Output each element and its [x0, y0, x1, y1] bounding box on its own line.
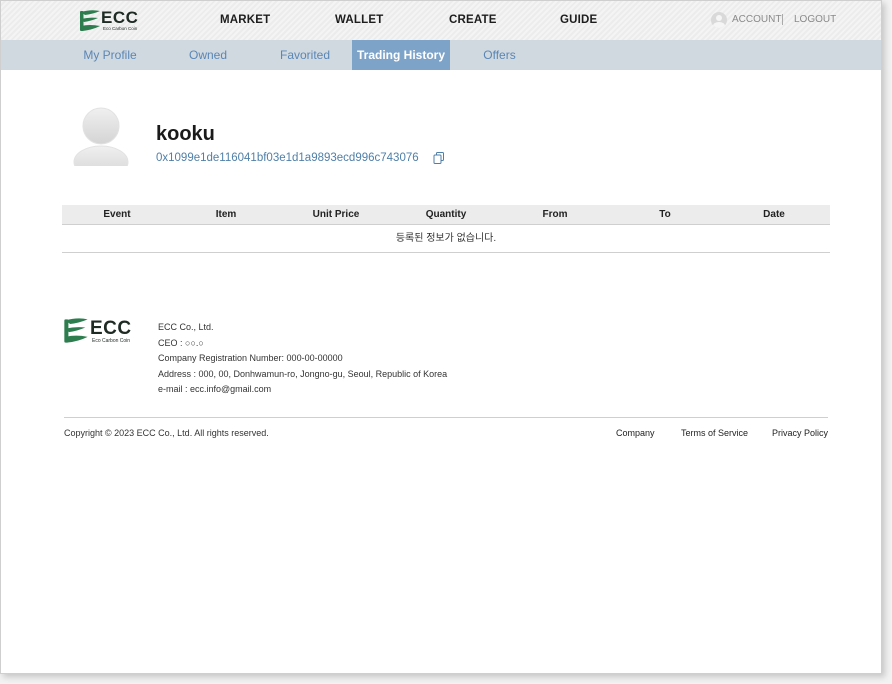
tab-trading-history[interactable]: Trading History [352, 40, 450, 70]
profile-username: kooku [156, 123, 215, 145]
company-info: ECC Co., Ltd. CEO : ○○.○ Company Registr… [158, 320, 447, 398]
app-window: ECC Eco Carbon Coin MARKET WALLET CREATE… [0, 0, 882, 674]
profile-tabs: My Profile Owned Favorited Trading Histo… [1, 40, 881, 70]
table-header: Event Item Unit Price Quantity From To D… [62, 205, 830, 225]
footer-divider [64, 417, 828, 418]
logout-link[interactable]: LOGOUT [794, 14, 836, 25]
tab-my-profile[interactable]: My Profile [74, 40, 146, 70]
wallet-address: 0x1099e1de116041bf03e1d1a9893ecd996c7430… [156, 152, 419, 164]
footer-link-company[interactable]: Company [616, 428, 655, 438]
brand-tagline: Eco Carbon Coin [103, 26, 138, 31]
leaf-logo-icon [80, 10, 100, 31]
column-header-to: To [659, 209, 671, 220]
nav-market-link[interactable]: MARKET [220, 14, 270, 26]
nav-divider [782, 14, 783, 25]
company-registration: Company Registration Number: 000-00-0000… [158, 353, 343, 363]
company-address: Address : 000, 00, Donhwamun-ro, Jongno-… [158, 368, 448, 379]
footer-link-privacy[interactable]: Privacy Policy [772, 428, 828, 438]
footer-brand-name: ECC [90, 318, 132, 339]
brand-name: ECC [101, 8, 139, 27]
column-header-from: From [542, 209, 568, 220]
column-header-quantity: Quantity [425, 209, 467, 220]
account-link[interactable]: ACCOUNT [732, 14, 781, 25]
account-avatar-icon[interactable] [711, 12, 727, 28]
tab-offers[interactable]: Offers [472, 40, 527, 70]
nav-wallet-link[interactable]: WALLET [335, 14, 383, 26]
footer-leaf-logo-icon [64, 318, 88, 343]
nav-guide-link[interactable]: GUIDE [560, 14, 597, 26]
column-header-date: Date [763, 209, 785, 220]
company-name: ECC Co., Ltd. [158, 322, 214, 332]
empty-table-message: 등록된 정보가 없습니다. [62, 225, 830, 253]
company-email: e-mail : ecc.info@gmail.com [158, 384, 272, 394]
footer-link-terms[interactable]: Terms of Service [681, 428, 748, 438]
tab-favorited[interactable]: Favorited [269, 40, 341, 70]
footer-brand-tagline: Eco Carbon Coin [92, 338, 131, 344]
nav-create-link[interactable]: CREATE [449, 14, 497, 26]
column-header-event: Event [103, 209, 131, 220]
tab-owned[interactable]: Owned [178, 40, 238, 70]
column-header-unit-price: Unit Price [312, 209, 360, 220]
company-ceo: CEO : ○○.○ [158, 337, 204, 348]
column-header-item: Item [215, 209, 237, 220]
top-navbar: ECC Eco Carbon Coin MARKET WALLET CREATE… [1, 1, 881, 40]
profile-avatar-icon [73, 104, 129, 179]
copy-icon[interactable] [433, 151, 445, 164]
footer-logo: ECC Eco Carbon Coin [63, 317, 133, 347]
copyright-text: Copyright © 2023 ECC Co., Ltd. All right… [64, 428, 269, 438]
